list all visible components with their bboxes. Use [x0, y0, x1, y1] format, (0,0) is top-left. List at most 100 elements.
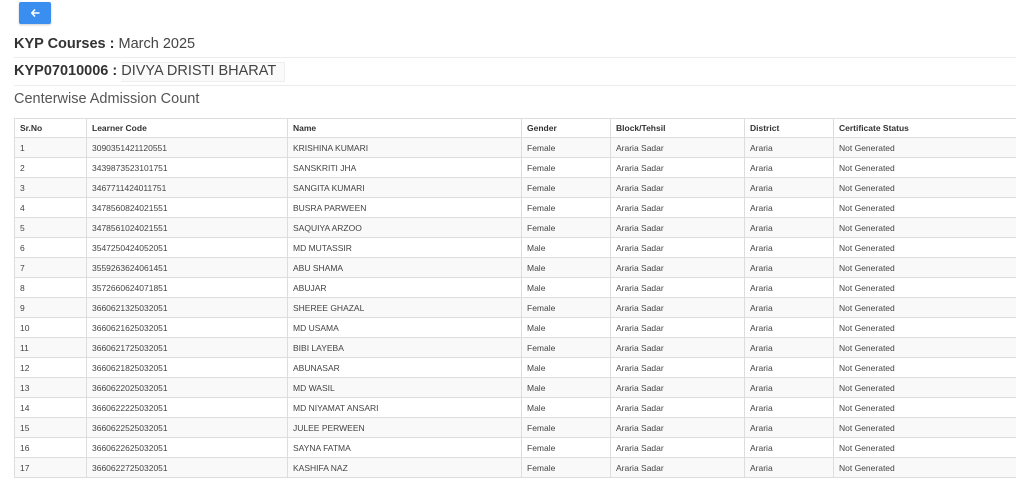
- cell-certificate-status: Not Generated: [833, 277, 1016, 298]
- cell-name: JULEE PERWEEN: [287, 417, 522, 438]
- cell-learner-code: 3467711424011751: [86, 177, 288, 198]
- cell-gender: Female: [521, 337, 611, 358]
- cell-certificate-status: Not Generated: [833, 157, 1016, 178]
- cell-sr-no: 11: [14, 337, 87, 358]
- cell-learner-code: 3660621725032051: [86, 337, 288, 358]
- cell-sr-no: 5: [14, 217, 87, 238]
- cell-name: SANGITA KUMARI: [287, 177, 522, 198]
- course-info: KYP Courses : March 2025: [14, 36, 1016, 58]
- cell-district: Araria: [744, 377, 834, 398]
- cell-sr-no: 2: [14, 157, 87, 178]
- cell-certificate-status: Not Generated: [833, 197, 1016, 218]
- cell-certificate-status: Not Generated: [833, 137, 1016, 158]
- cell-sr-no: 14: [14, 397, 87, 418]
- cell-learner-code: 3660622225032051: [86, 397, 288, 418]
- cell-learner-code: 3478561024021551: [86, 217, 288, 238]
- cell-district: Araria: [744, 257, 834, 278]
- table-row: 11 3660621725032051 BIBI LAYEBA Female Arari…: [14, 337, 1016, 358]
- section-title: Centerwise Admission Count: [14, 91, 200, 107]
- arrow-left-icon: [30, 9, 40, 17]
- cell-name: SHEREE GHAZAL: [287, 297, 522, 318]
- cell-sr-no: 4: [14, 197, 87, 218]
- cell-sr-no: 7: [14, 257, 87, 278]
- cell-block-tehsil: Araria Sadar: [610, 317, 745, 338]
- table-row: 15 3660622525032051 JULEE PERWEEN Female Ara…: [14, 417, 1016, 438]
- cell-sr-no: 10: [14, 317, 87, 338]
- cell-certificate-status: Not Generated: [833, 237, 1016, 258]
- center-code: KYP07010006 :: [14, 63, 118, 79]
- course-value: March 2025: [118, 36, 196, 52]
- cell-certificate-status: Not Generated: [833, 297, 1016, 318]
- table-row: 8 3572660624071851 ABUJAR Male Araria Sadar A…: [14, 277, 1016, 298]
- cell-district: Araria: [744, 177, 834, 198]
- cell-district: Araria: [744, 397, 834, 418]
- cell-name: MD MUTASSIR: [287, 237, 522, 258]
- header-district[interactable]: District: [744, 118, 834, 138]
- cell-name: SAQUIYA ARZOO: [287, 217, 522, 238]
- cell-gender: Female: [521, 137, 611, 158]
- cell-block-tehsil: Araria Sadar: [610, 177, 745, 198]
- divider: [14, 85, 1016, 86]
- cell-district: Araria: [744, 237, 834, 258]
- cell-sr-no: 6: [14, 237, 87, 258]
- header-block-tehsil[interactable]: Block/Tehsil: [610, 118, 745, 138]
- cell-district: Araria: [744, 217, 834, 238]
- table-header-row: Sr.No Learner Code Name Gender Block/Teh…: [14, 118, 1016, 138]
- cell-name: MD NIYAMAT ANSARI: [287, 397, 522, 418]
- cell-gender: Female: [521, 217, 611, 238]
- cell-gender: Male: [521, 357, 611, 378]
- cell-block-tehsil: Araria Sadar: [610, 337, 745, 358]
- admission-table-container: Sr.No Learner Code Name Gender Block/Teh…: [14, 118, 1016, 478]
- cell-sr-no: 15: [14, 417, 87, 438]
- header-gender[interactable]: Gender: [521, 118, 611, 138]
- cell-name: BUSRA PARWEEN: [287, 197, 522, 218]
- cell-learner-code: 3660622525032051: [86, 417, 288, 438]
- cell-name: SAYNA FATMA: [287, 437, 522, 458]
- cell-gender: Male: [521, 377, 611, 398]
- cell-block-tehsil: Araria Sadar: [610, 137, 745, 158]
- header-learner-code[interactable]: Learner Code: [86, 118, 288, 138]
- header-certificate-status[interactable]: Certificate Status: [833, 118, 1016, 138]
- cell-certificate-status: Not Generated: [833, 177, 1016, 198]
- cell-district: Araria: [744, 277, 834, 298]
- cell-district: Araria: [744, 337, 834, 358]
- cell-name: BIBI LAYEBA: [287, 337, 522, 358]
- cell-gender: Female: [521, 157, 611, 178]
- cell-name: MD USAMA: [287, 317, 522, 338]
- header-name[interactable]: Name: [287, 118, 522, 138]
- back-button[interactable]: [19, 2, 51, 24]
- cell-gender: Male: [521, 317, 611, 338]
- cell-learner-code: 3660621625032051: [86, 317, 288, 338]
- cell-sr-no: 16: [14, 437, 87, 458]
- cell-learner-code: 3660622025032051: [86, 377, 288, 398]
- center-name: DIVYA DRISTI BHARAT: [121, 62, 286, 82]
- cell-district: Araria: [744, 197, 834, 218]
- cell-district: Araria: [744, 137, 834, 158]
- cell-name: SANSKRITI JHA: [287, 157, 522, 178]
- cell-gender: Female: [521, 437, 611, 458]
- table-row: 5 3478561024021551 SAQUIYA ARZOO Female Arar…: [14, 217, 1016, 238]
- cell-certificate-status: Not Generated: [833, 357, 1016, 378]
- cell-block-tehsil: Araria Sadar: [610, 277, 745, 298]
- cell-block-tehsil: Araria Sadar: [610, 197, 745, 218]
- cell-certificate-status: Not Generated: [833, 257, 1016, 278]
- table-row: 6 3547250424052051 MD MUTASSIR Male Araria S…: [14, 237, 1016, 258]
- admission-table: Sr.No Learner Code Name Gender Block/Teh…: [14, 118, 1016, 478]
- cell-gender: Male: [521, 257, 611, 278]
- table-row: 13 3660622025032051 MD WASIL Male Araria Sad…: [14, 377, 1016, 398]
- header-sr-no[interactable]: Sr.No: [14, 118, 87, 138]
- cell-name: MD WASIL: [287, 377, 522, 398]
- cell-learner-code: 3572660624071851: [86, 277, 288, 298]
- cell-name: ABUJAR: [287, 277, 522, 298]
- cell-gender: Female: [521, 417, 611, 438]
- cell-district: Araria: [744, 357, 834, 378]
- table-row: 12 3660621825032051 ABUNASAR Male Araria Sad…: [14, 357, 1016, 378]
- cell-certificate-status: Not Generated: [833, 417, 1016, 438]
- table-row: 16 3660622625032051 SAYNA FATMA Female Arari…: [14, 437, 1016, 458]
- cell-learner-code: 3660621825032051: [86, 357, 288, 378]
- cell-block-tehsil: Araria Sadar: [610, 417, 745, 438]
- cell-gender: Female: [521, 177, 611, 198]
- cell-learner-code: 3090351421120551: [86, 137, 288, 158]
- cell-district: Araria: [744, 417, 834, 438]
- cell-gender: Male: [521, 397, 611, 418]
